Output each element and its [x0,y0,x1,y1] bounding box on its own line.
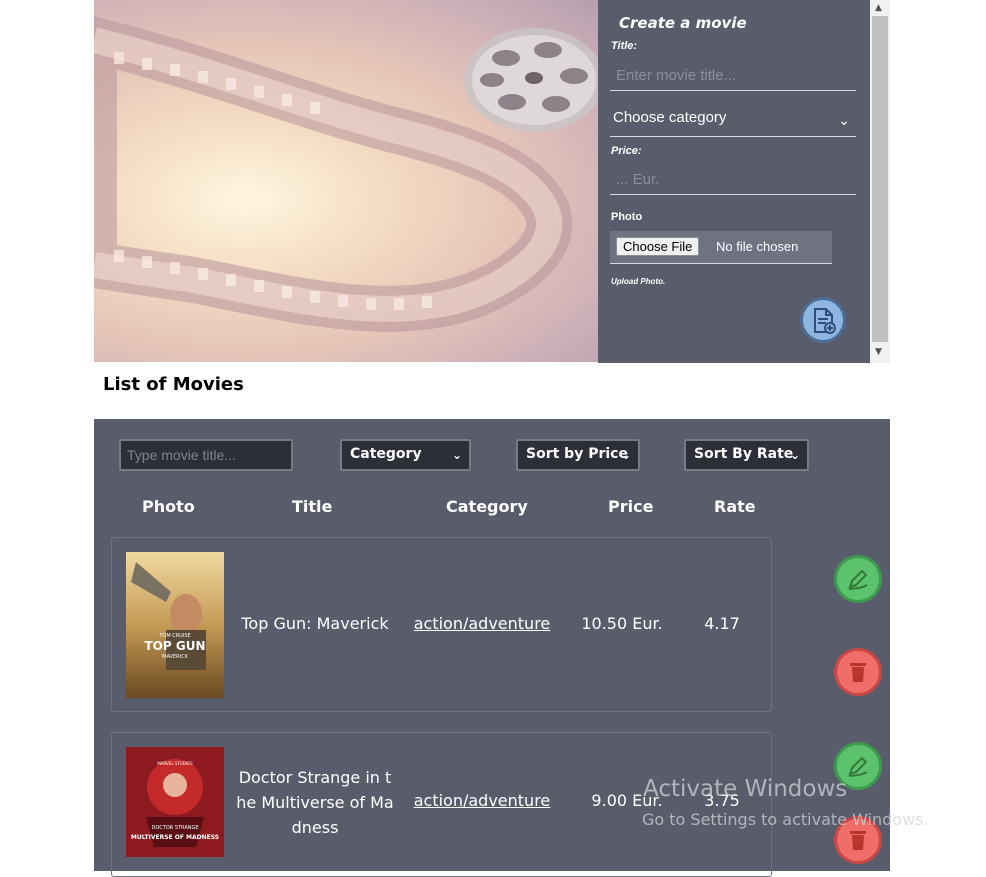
sort-rate-label: Sort By Rate [694,446,794,462]
photo-label: Photo [611,211,643,223]
movie-category-link[interactable]: action/adventure [404,791,560,810]
column-header-category: Category [446,497,528,516]
choose-file-button[interactable]: Choose File [616,237,700,256]
movie-price: 10.50 Eur. [581,614,663,633]
column-header-title: Title [292,497,333,516]
scroll-down-icon[interactable]: ▼ [875,347,882,357]
category-select[interactable]: Choose category ⌄ [610,104,856,137]
poster-brand: MARVEL STUDIOS [157,761,193,766]
movie-poster: MARVEL STUDIOS DOCTOR STRANGE MULTIVERSE… [126,747,224,857]
photo-file-input[interactable]: Choose File No file chosen [610,231,832,264]
scroll-up-icon[interactable]: ▲ [875,3,882,13]
price-label: Price: [611,145,642,157]
hero-film-image [94,0,598,362]
poster-subtitle: DOCTOR STRANGE [151,825,198,831]
title-label: Title: [611,40,638,52]
poster-subtitle: MAVERICK [162,654,188,660]
edit-button[interactable] [834,555,882,603]
movie-title: Doctor Strange in t he Multiverse of Ma … [230,765,400,840]
movie-title-line: Doctor Strange in t [238,768,392,787]
movie-row: MARVEL STUDIOS DOCTOR STRANGE MULTIVERSE… [111,732,772,877]
activate-windows-hint: Go to Settings to activate Windows. [642,810,929,829]
sort-price-label: Sort by Price [526,446,628,462]
create-movie-form: Create a movie Title: Choose category ⌄ … [598,0,870,363]
chevron-down-icon: ⌄ [620,448,631,462]
activate-windows-watermark: Activate Windows [643,776,848,802]
movie-poster: TOM CRUISE TOP GUN MAVERICK [126,552,224,698]
chevron-down-icon: ⌄ [789,448,800,462]
add-movie-button[interactable] [800,297,846,343]
column-header-price: Price [608,497,654,516]
upload-hint: Upload Photo. [611,277,666,286]
trash-icon [850,663,866,682]
pencil-icon [848,569,868,590]
add-document-icon [814,308,836,334]
list-heading: List of Movies [103,374,244,395]
delete-button[interactable] [834,648,882,696]
poster-title: MULTIVERSE OF MADNESS [131,834,219,841]
file-status: No file chosen [716,239,799,254]
movie-row: TOM CRUISE TOP GUN MAVERICK Top Gun: Mav… [111,537,772,712]
movie-rate: 4.17 [704,614,740,633]
sort-price-dropdown[interactable]: Sort by Price ⌄ [516,439,640,471]
column-header-rate: Rate [714,497,756,516]
title-input[interactable] [610,61,856,91]
movie-title: Top Gun: Maverick [241,614,389,633]
pencil-icon [848,756,868,777]
chevron-down-icon: ⌄ [838,112,850,128]
movie-list-panel: Category ⌄ Sort by Price ⌄ Sort By Rate … [94,419,890,877]
sort-rate-dropdown[interactable]: Sort By Rate ⌄ [684,439,809,471]
category-filter[interactable]: Category ⌄ [340,439,471,471]
movie-title-line: he Multiverse of Ma [236,793,394,812]
form-scrollbar[interactable]: ▲ ▼ [870,0,890,363]
search-input[interactable] [119,439,293,471]
category-select-value: Choose category [613,109,727,126]
trash-icon [850,831,866,850]
category-filter-label: Category [350,446,422,462]
scroll-thumb[interactable] [872,16,888,342]
form-title: Create a movie [619,14,747,32]
price-input[interactable] [610,165,856,195]
column-header-photo: Photo [142,497,195,516]
chevron-down-icon: ⌄ [451,448,462,462]
movie-title-line: dness [291,818,339,837]
movie-category-link[interactable]: action/adventure [404,614,560,633]
poster-title: TOP GUN [145,639,206,653]
